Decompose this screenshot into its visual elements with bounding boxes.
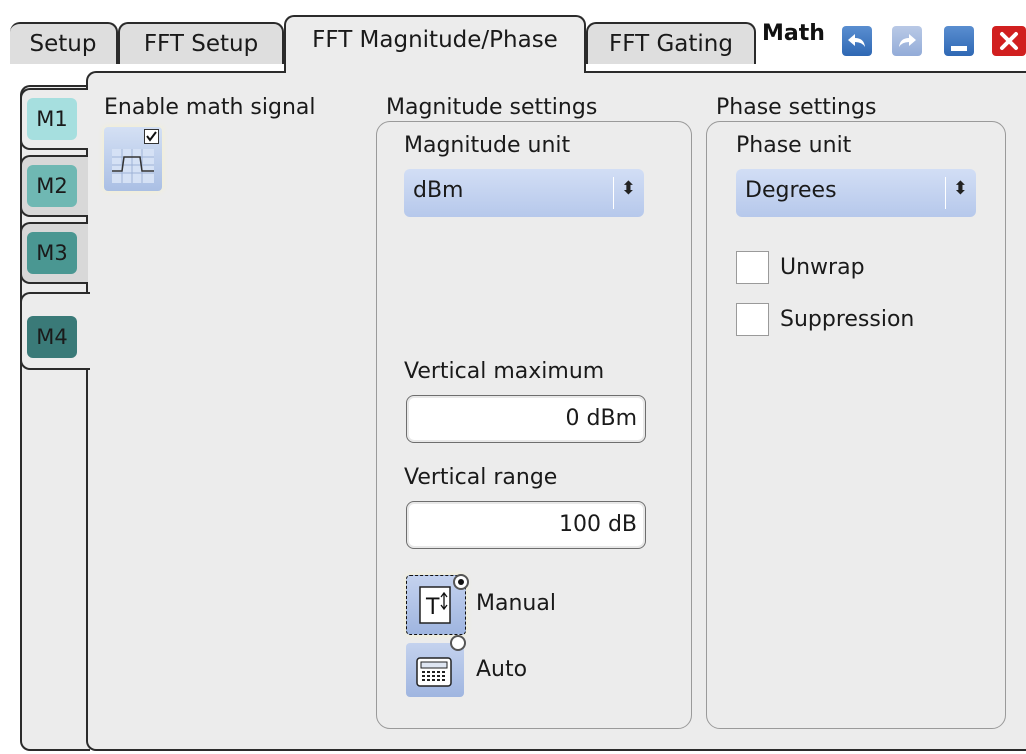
phase-unit-value: Degrees (745, 178, 837, 203)
minimize-button[interactable] (944, 26, 974, 56)
phase-settings-title: Phase settings (716, 95, 877, 120)
auto-mode-label: Auto (476, 657, 528, 682)
window-title: Math (762, 21, 825, 46)
tab-fft-gating-label: FFT Gating (609, 31, 733, 57)
vertical-maximum-value: 0 dBm (565, 406, 637, 431)
vertical-range-value: 100 dB (558, 512, 637, 537)
tab-setup-label: Setup (29, 31, 97, 57)
tab-fft-magnitude-phase[interactable]: FFT Magnitude/Phase (284, 15, 586, 73)
math-tab-m3-label: M3 (27, 232, 77, 274)
tab-setup[interactable]: Setup (10, 22, 118, 64)
dropdown-separator (945, 177, 946, 209)
dropdown-separator (613, 177, 614, 209)
suppression-checkbox[interactable] (736, 303, 769, 336)
updown-arrow-icon: ⬍ (952, 178, 968, 199)
phase-unit-dropdown[interactable]: Degrees ⬍ (736, 169, 976, 217)
updown-arrow-icon: ⬍ (620, 178, 636, 199)
tab-fft-gating[interactable]: FFT Gating (586, 22, 756, 64)
auto-mode-button[interactable] (406, 635, 466, 697)
manual-mode-label: Manual (476, 591, 556, 616)
math-tab-m1[interactable]: M1 (20, 88, 88, 150)
magnitude-unit-label: Magnitude unit (404, 133, 571, 158)
math-tab-m4[interactable]: M4 (20, 292, 90, 370)
manual-mode-button[interactable]: T (406, 574, 469, 635)
undo-icon (848, 34, 865, 47)
manual-radio-icon (453, 574, 469, 590)
tab-fft-setup[interactable]: FFT Setup (118, 22, 284, 64)
close-button[interactable] (992, 26, 1026, 56)
magnitude-unit-dropdown[interactable]: dBm ⬍ (404, 169, 644, 217)
svg-text:T: T (425, 595, 440, 620)
undo-button[interactable] (842, 26, 872, 56)
magnitude-unit-value: dBm (413, 178, 464, 203)
enable-math-signal-toggle[interactable] (104, 127, 162, 191)
auto-radio-icon (450, 635, 466, 651)
unwrap-checkbox[interactable] (736, 251, 769, 284)
magnitude-settings-title: Magnitude settings (386, 95, 598, 120)
redo-icon (899, 34, 916, 47)
math-tab-m1-label: M1 (27, 98, 77, 140)
enable-math-signal-label: Enable math signal (104, 95, 316, 120)
math-tab-m3[interactable]: M3 (20, 222, 88, 284)
vertical-range-label: Vertical range (404, 465, 558, 490)
redo-button[interactable] (892, 26, 922, 56)
enable-checkbox-icon (144, 129, 159, 144)
vertical-range-input[interactable]: 100 dB (406, 501, 646, 549)
phase-unit-label: Phase unit (736, 133, 852, 158)
vertical-maximum-input[interactable]: 0 dBm (406, 395, 646, 443)
math-tab-m2-label: M2 (27, 165, 77, 207)
math-tab-m4-label: M4 (27, 316, 77, 358)
vertical-maximum-label: Vertical maximum (404, 359, 605, 384)
minimize-icon (951, 45, 967, 51)
settings-panel: Enable math signal Magnitude settings Ma… (86, 71, 1026, 751)
suppression-label: Suppression (780, 307, 915, 332)
close-icon (1000, 32, 1018, 50)
math-tab-m2[interactable]: M2 (20, 155, 88, 217)
tab-fft-setup-label: FFT Setup (143, 31, 259, 57)
tab-fft-magnitude-phase-label: FFT Magnitude/Phase (312, 27, 558, 53)
calculator-icon (416, 657, 452, 687)
manual-text-icon: T (419, 586, 451, 624)
unwrap-label: Unwrap (780, 255, 865, 280)
